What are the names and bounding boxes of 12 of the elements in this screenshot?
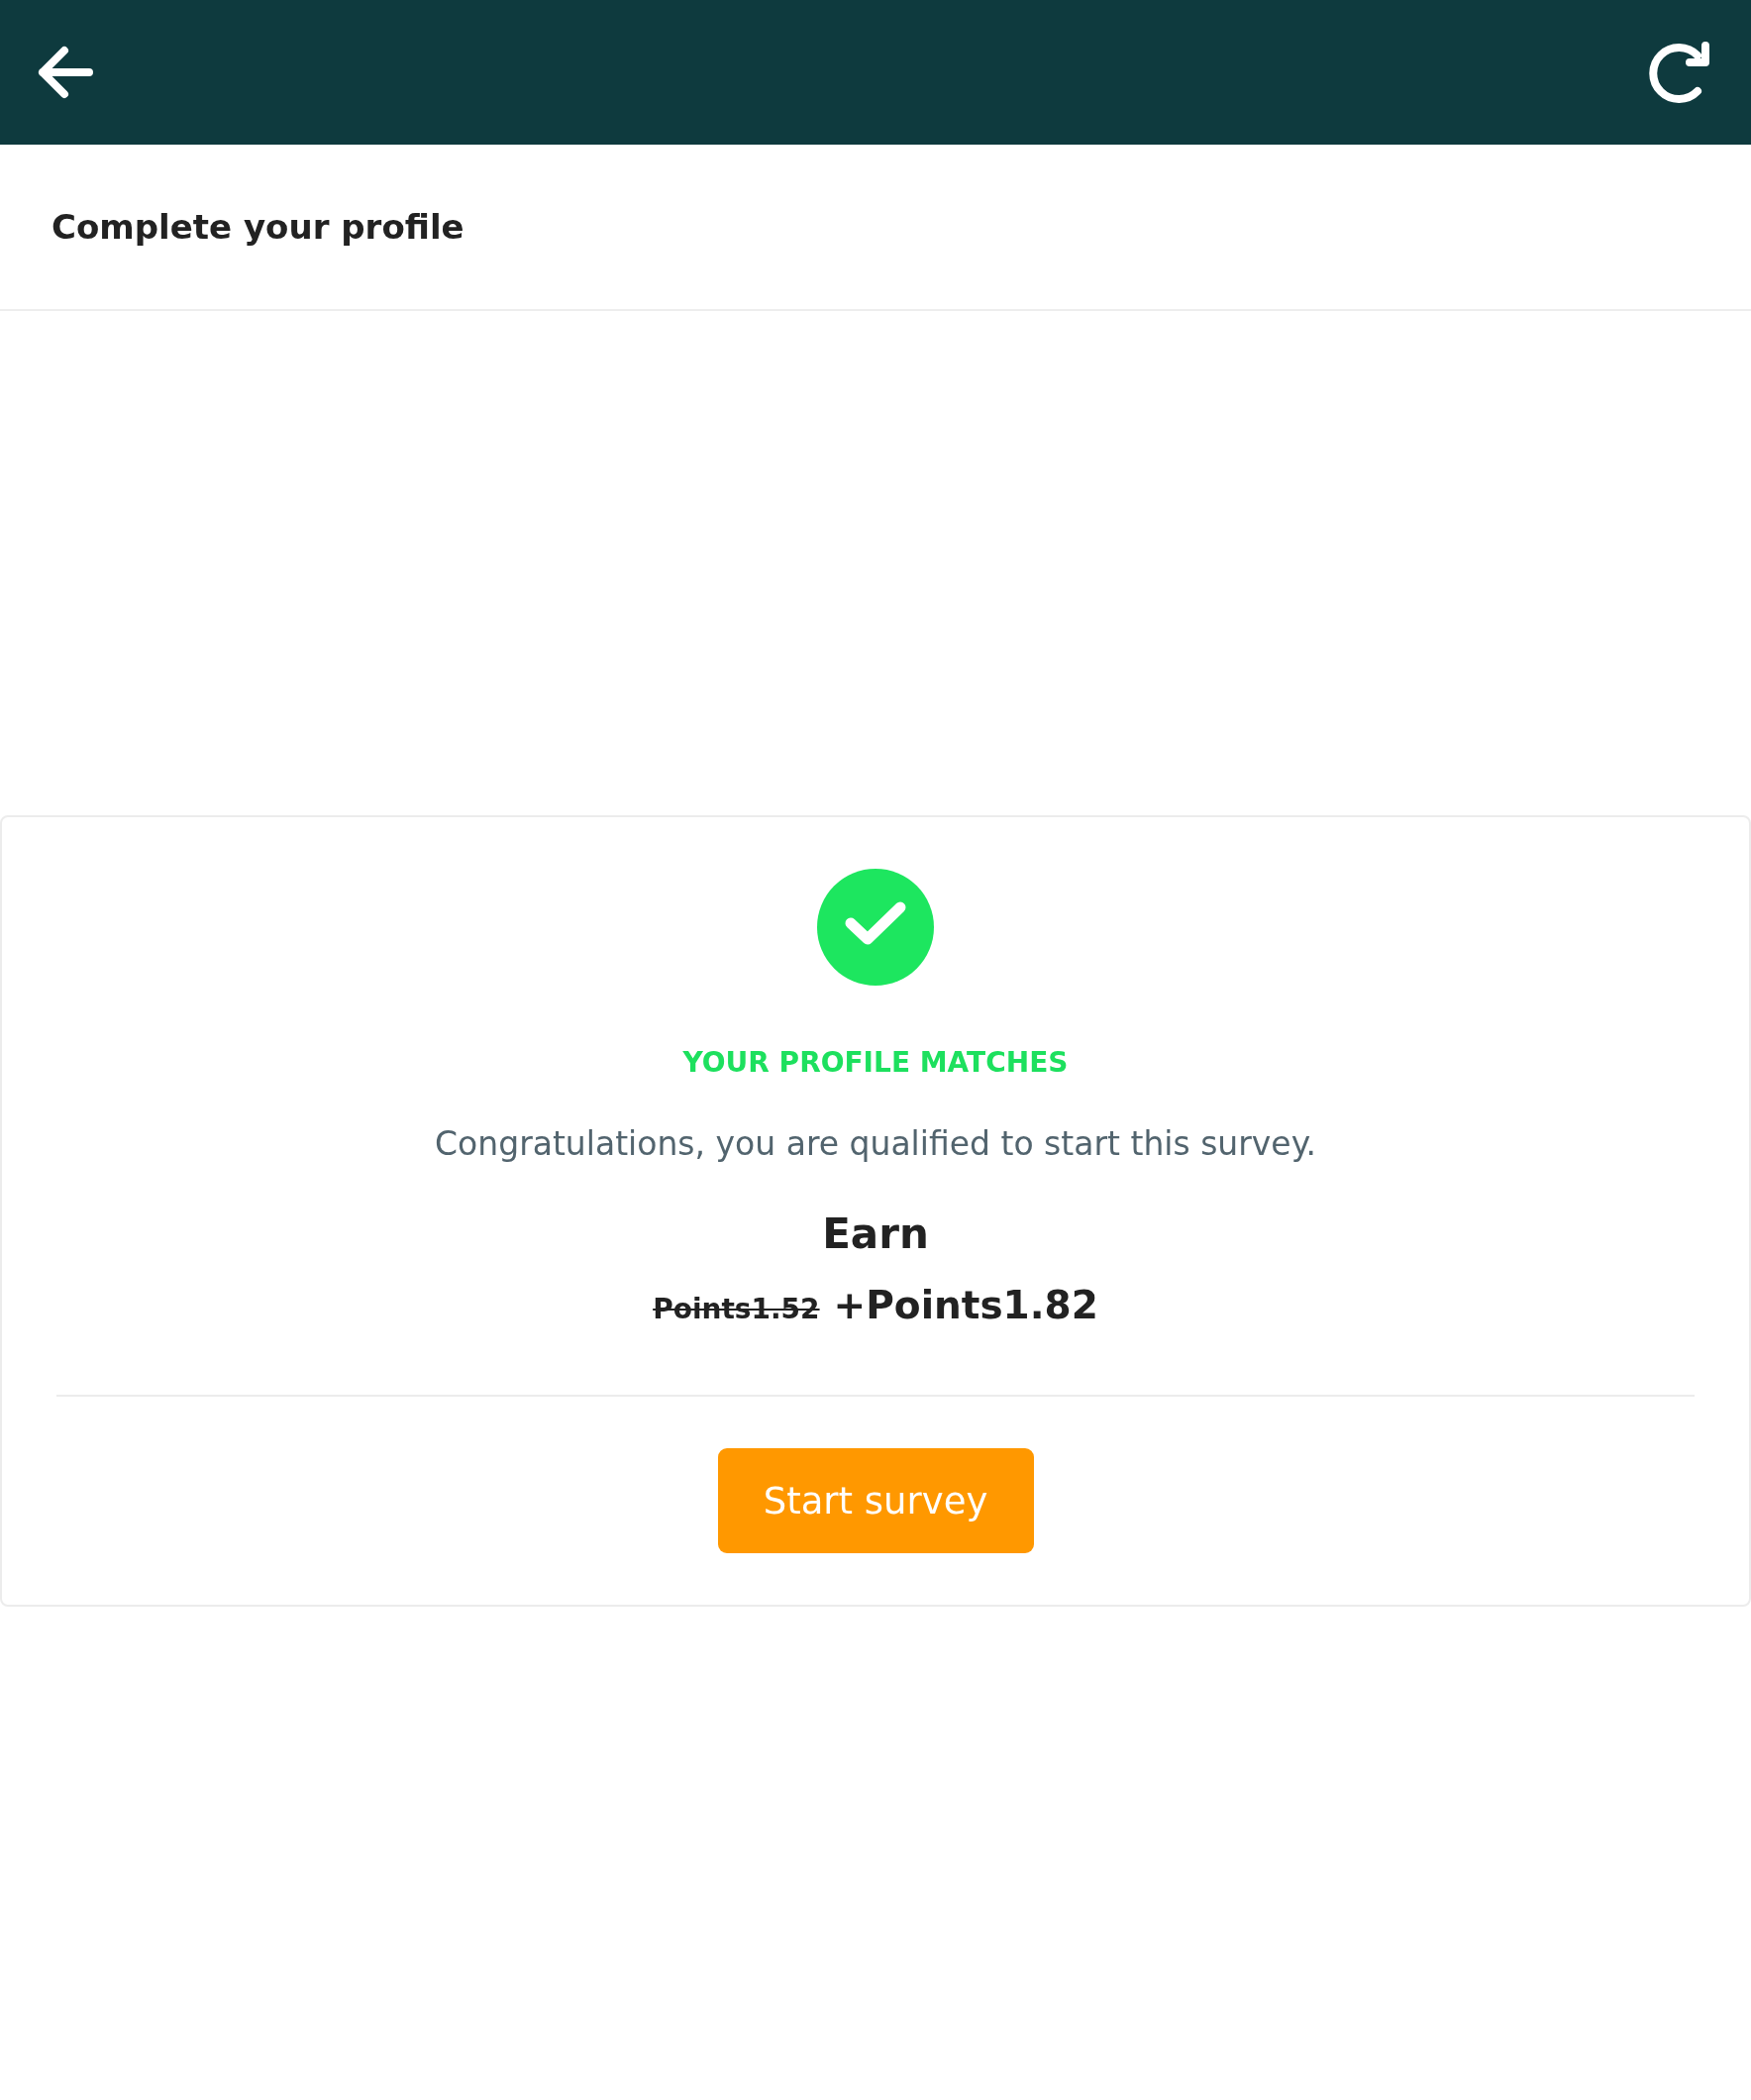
old-reward: Points1.52 bbox=[653, 1292, 820, 1327]
earn-label: Earn bbox=[822, 1208, 929, 1260]
refresh-button[interactable] bbox=[1646, 42, 1709, 103]
refresh-icon bbox=[1646, 42, 1709, 103]
check-circle-icon bbox=[817, 869, 934, 986]
match-status: YOUR PROFILE MATCHES bbox=[682, 1045, 1069, 1081]
arrow-left-icon bbox=[38, 46, 93, 99]
new-reward: +Points1.82 bbox=[833, 1282, 1098, 1329]
qualified-message: Congratulations, you are qualified to start this survey. bbox=[435, 1123, 1316, 1165]
start-survey-button[interactable]: Start survey bbox=[717, 1448, 1034, 1553]
back-button[interactable] bbox=[38, 46, 93, 99]
page-title: Complete your profile bbox=[52, 206, 464, 249]
